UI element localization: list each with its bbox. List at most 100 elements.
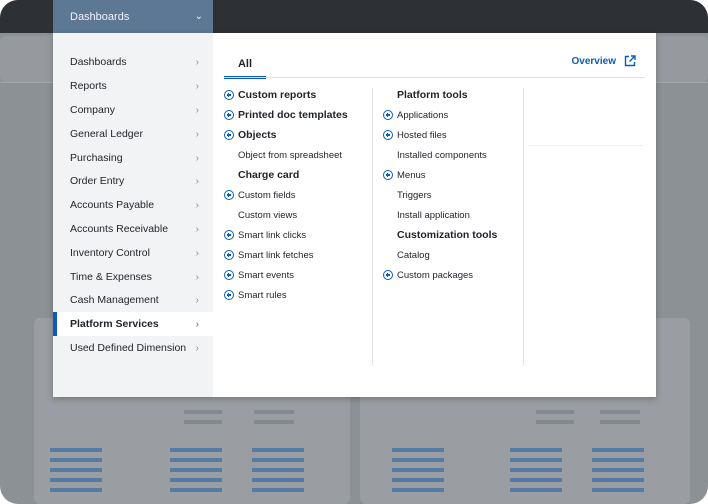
background-bar <box>252 488 304 492</box>
plus-circle-icon[interactable] <box>224 110 234 120</box>
menu-link-label: Hosted files <box>397 129 447 141</box>
background-bar <box>184 420 222 424</box>
background-bar <box>184 410 222 414</box>
menu-link-label: Objects <box>238 129 277 141</box>
background-bar <box>50 458 102 462</box>
background-bar <box>592 468 644 472</box>
menu-link-label: Smart events <box>238 269 294 281</box>
menu-link-label: Catalog <box>397 249 430 261</box>
dashboards-dropdown[interactable]: Dashboards ⌄ <box>53 0 213 33</box>
background-bar <box>252 448 304 452</box>
menu-link-label: Platform tools <box>397 89 468 101</box>
menu-link-smart-link-clicks[interactable]: Smart link clicks <box>224 225 306 245</box>
menu-link-label: Printed doc templates <box>238 109 348 121</box>
sidebar-item-general-ledger[interactable]: General Ledger › <box>53 122 213 146</box>
menu-link-object-from-spreadsheet[interactable]: Object from spreadsheet <box>224 145 342 165</box>
app-frame: Dashboards ⌄ Dashboards › Reports › Compan… <box>0 0 708 504</box>
menu-link-label: Install application <box>397 209 470 221</box>
sidebar-item-dashboards[interactable]: Dashboards › <box>53 50 213 74</box>
menu-link-hosted-files[interactable]: Hosted files <box>383 125 447 145</box>
menu-link-label: Triggers <box>397 189 432 201</box>
sidebar-item-company[interactable]: Company › <box>53 98 213 122</box>
menu-link-label: Menus <box>397 169 426 181</box>
plus-circle-icon[interactable] <box>224 130 234 140</box>
sidebar-item-label: General Ledger <box>70 128 143 140</box>
background-bar <box>510 468 562 472</box>
sidebar-item-time-expenses[interactable]: Time & Expenses › <box>53 265 213 289</box>
menu-link-smart-events[interactable]: Smart events <box>224 265 294 285</box>
plus-circle-icon[interactable] <box>383 110 393 120</box>
sidebar-item-label: Accounts Receivable <box>70 223 169 235</box>
background-bar <box>536 410 574 414</box>
sidebar-item-platform-services[interactable]: Platform Services › <box>53 312 213 336</box>
plus-circle-icon[interactable] <box>383 170 393 180</box>
menu-link-menus[interactable]: Menus <box>383 165 426 185</box>
sidebar-item-order-entry[interactable]: Order Entry › <box>53 169 213 193</box>
sidebar-item-label: Used Defined Dimension <box>70 342 187 354</box>
column-divider <box>372 88 373 366</box>
external-link-icon <box>624 55 636 67</box>
menu-link-custom-views[interactable]: Custom views <box>224 205 297 225</box>
module-sidebar: Dashboards › Reports › Company › General Le… <box>53 33 213 397</box>
menu-link-smart-link-fetches[interactable]: Smart link fetches <box>224 245 314 265</box>
plus-circle-icon[interactable] <box>224 250 234 260</box>
sidebar-item-purchasing[interactable]: Purchasing › <box>53 146 213 170</box>
menu-link-smart-rules[interactable]: Smart rules <box>224 285 287 305</box>
background-bar <box>170 468 222 472</box>
background-bar <box>50 478 102 482</box>
chevron-right-icon: › <box>195 342 199 354</box>
menu-link-custom-fields[interactable]: Custom fields <box>224 185 296 205</box>
plus-circle-icon[interactable] <box>224 230 234 240</box>
tab-divider <box>224 77 645 78</box>
sidebar-item-cash-management[interactable]: Cash Management › <box>53 288 213 312</box>
menu-link-label: Custom packages <box>397 269 474 281</box>
sidebar-item-reports[interactable]: Reports › <box>53 74 213 98</box>
menu-link-label: Smart link clicks <box>238 229 307 241</box>
background-bar <box>392 458 444 462</box>
chevron-right-icon: › <box>195 152 199 164</box>
menu-link-printed-doc-templates[interactable]: Printed doc templates <box>224 105 348 125</box>
plus-circle-icon[interactable] <box>383 130 393 140</box>
sidebar-item-accounts-payable[interactable]: Accounts Payable › <box>53 193 213 217</box>
sidebar-item-label: Purchasing <box>70 152 123 164</box>
background-bar <box>510 488 562 492</box>
background-bar <box>252 478 304 482</box>
menu-link-catalog[interactable]: Catalog <box>383 245 430 265</box>
chevron-right-icon: › <box>195 104 199 116</box>
menu-link-label: Charge card <box>238 169 300 181</box>
plus-circle-icon[interactable] <box>224 290 234 300</box>
menu-link-triggers[interactable]: Triggers <box>383 185 432 205</box>
background-bar <box>592 458 644 462</box>
background-bar <box>592 448 644 452</box>
plus-circle-icon[interactable] <box>383 270 393 280</box>
menu-link-customization-tools[interactable]: Customization tools <box>383 225 497 245</box>
menu-link-custom-reports[interactable]: Custom reports <box>224 85 316 105</box>
background-bar <box>510 458 562 462</box>
sidebar-item-label: Time & Expenses <box>70 271 152 283</box>
plus-circle-icon[interactable] <box>224 270 234 280</box>
menu-link-label: Custom views <box>238 209 298 221</box>
sidebar-item-used-defined-dimension[interactable]: Used Defined Dimension › <box>53 336 213 360</box>
plus-circle-icon[interactable] <box>224 190 234 200</box>
menu-link-installed-components[interactable]: Installed components <box>383 145 487 165</box>
background-bar <box>592 488 644 492</box>
sidebar-item-inventory-control[interactable]: Inventory Control › <box>53 241 213 265</box>
chevron-right-icon: › <box>195 294 199 306</box>
background-bar <box>536 420 574 424</box>
sidebar-item-accounts-receivable[interactable]: Accounts Receivable › <box>53 217 213 241</box>
menu-link-applications[interactable]: Applications <box>383 105 448 125</box>
menu-link-platform-tools[interactable]: Platform tools <box>383 85 468 105</box>
background-bar <box>592 478 644 482</box>
overview-link[interactable]: Overview <box>572 55 636 67</box>
menu-link-custom-packages[interactable]: Custom packages <box>383 265 473 285</box>
column-4-divider <box>528 145 643 146</box>
background-bar <box>170 478 222 482</box>
menu-link-install-application[interactable]: Install application <box>383 205 470 225</box>
background-bar <box>600 410 640 414</box>
menu-link-objects[interactable]: Objects <box>224 125 277 145</box>
plus-circle-icon[interactable] <box>224 90 234 100</box>
tab-all[interactable]: All <box>224 51 266 79</box>
chevron-right-icon: › <box>195 175 199 187</box>
background-bar <box>392 488 444 492</box>
menu-link-charge-card[interactable]: Charge card <box>224 165 299 185</box>
